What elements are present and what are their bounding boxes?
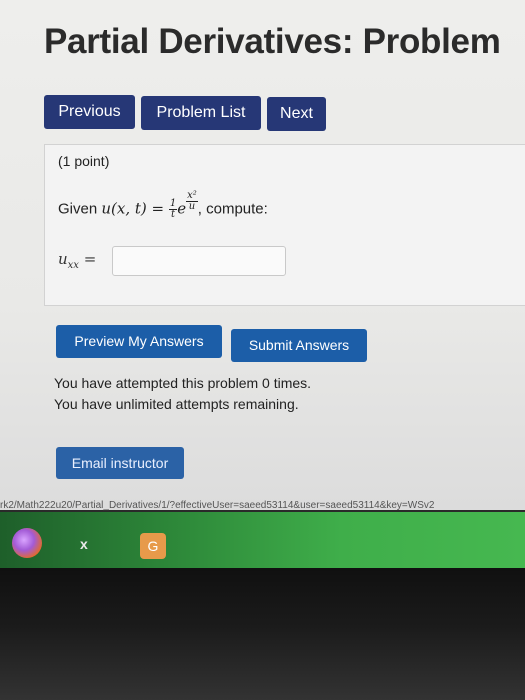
problem-panel: [44, 144, 525, 306]
close-icon[interactable]: x: [80, 536, 88, 552]
fraction-one-over-t: 1t: [168, 198, 178, 220]
attempts-message: You have attempted this problem 0 times.: [54, 375, 312, 391]
answer-input[interactable]: [112, 246, 286, 276]
page-title: Partial Derivatives: Problem: [44, 22, 501, 61]
answer-label: uxx =: [58, 250, 97, 271]
monitor-bezel: [0, 568, 525, 700]
exponent: x² u: [186, 189, 198, 212]
exp-base: e: [177, 199, 187, 218]
problem-points: (1 point): [58, 153, 110, 169]
app-icon[interactable]: G: [140, 533, 166, 559]
submit-answers-button[interactable]: Submit Answers: [231, 329, 367, 362]
remaining-message: You have unlimited attempts remaining.: [54, 396, 299, 412]
taskbar: [0, 512, 525, 568]
given-prefix: Given: [58, 200, 102, 218]
status-bar-url: rk2/Math222u20/Partial_Derivatives/1/?ef…: [0, 500, 435, 511]
preview-answers-button[interactable]: Preview My Answers: [56, 325, 222, 358]
given-suffix: , compute:: [197, 200, 268, 218]
next-button[interactable]: Next: [267, 97, 326, 131]
function-lhs: u(x, t) =: [101, 199, 169, 218]
problem-list-button[interactable]: Problem List: [141, 96, 261, 130]
firefox-icon[interactable]: [12, 528, 42, 558]
previous-button[interactable]: Previous: [44, 95, 135, 129]
email-instructor-button[interactable]: Email instructor: [56, 447, 184, 479]
problem-statement: Given u(x, t) = 1 t e x² u, compute:: [58, 190, 268, 222]
